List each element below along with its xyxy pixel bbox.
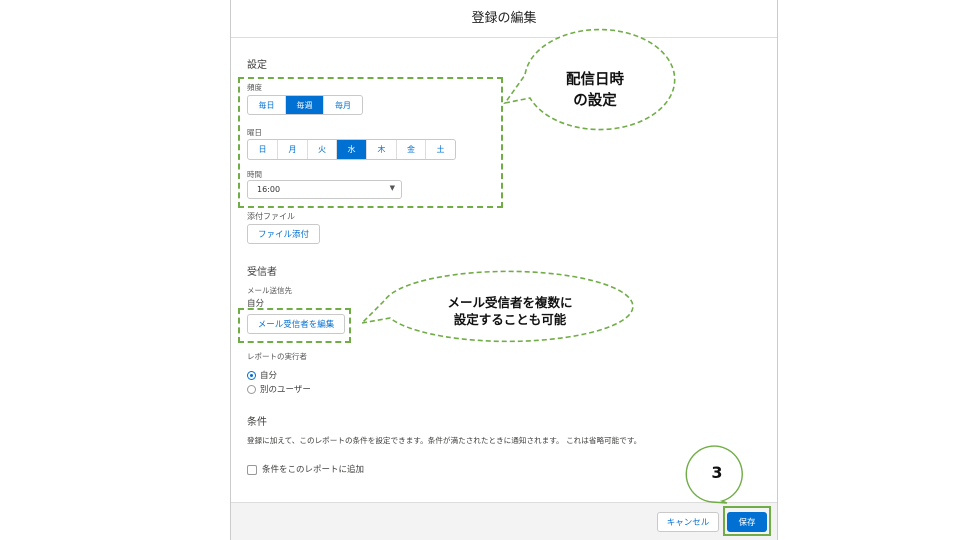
recipients-callout-text: メール受信者を複数に 設定することも可能 [447, 295, 573, 327]
schedule-callout-text: 配信日時 の設定 [566, 72, 624, 109]
step-number: 3 [711, 463, 723, 482]
callout-shapes [359, 28, 743, 504]
